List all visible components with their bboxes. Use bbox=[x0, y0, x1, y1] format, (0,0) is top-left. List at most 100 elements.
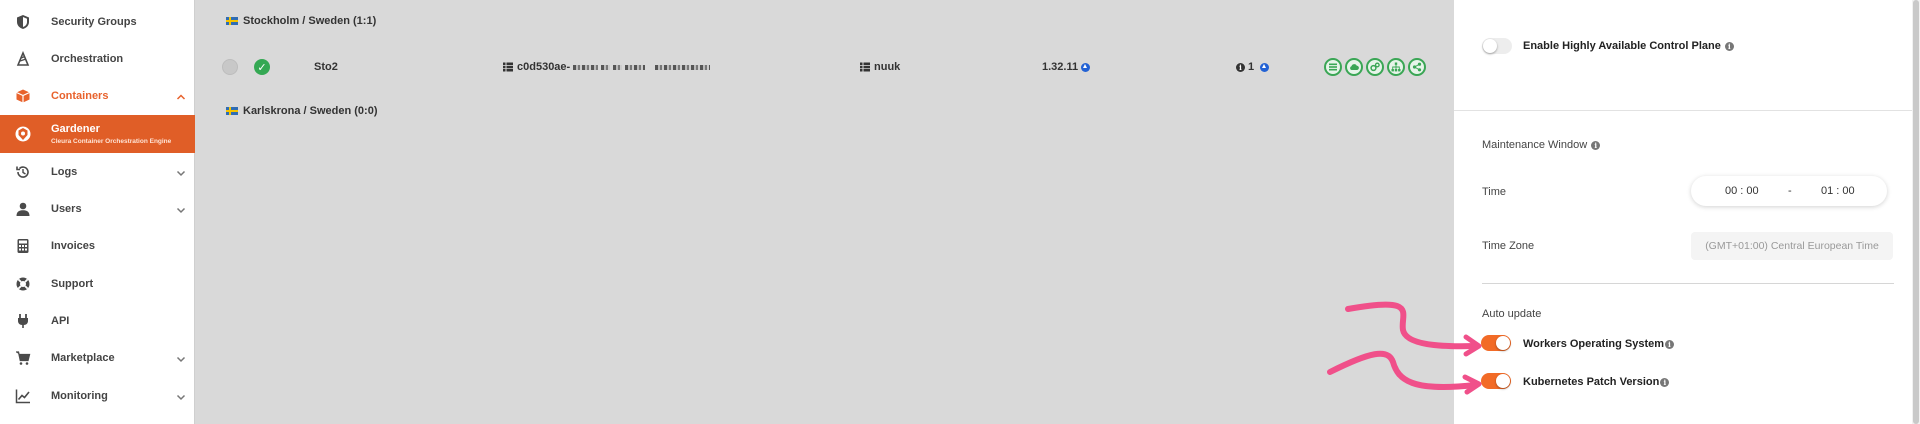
lifebuoy-icon bbox=[14, 275, 32, 293]
redacted-block bbox=[573, 64, 599, 70]
project-name: nuuk bbox=[874, 61, 901, 73]
list-addon-icon[interactable] bbox=[1324, 58, 1342, 76]
k8s-patch-label: Kubernetes Patch Version i bbox=[1523, 376, 1670, 388]
share-addon-icon[interactable] bbox=[1408, 58, 1426, 76]
sidebar-item-label: API bbox=[51, 314, 70, 327]
upgrade-available-icon[interactable] bbox=[1081, 62, 1091, 72]
list-icon bbox=[503, 62, 513, 72]
sidebar-item-label: Marketplace bbox=[51, 351, 115, 364]
redacted-block bbox=[655, 64, 711, 70]
sidebar-item-monitoring[interactable]: Monitoring bbox=[0, 377, 195, 414]
sidebar-item-label: Users bbox=[51, 202, 82, 215]
cluster-name: Sto2 bbox=[314, 61, 338, 73]
time-separator: - bbox=[1788, 185, 1792, 197]
scrollbar-thumb[interactable] bbox=[1913, 0, 1919, 424]
toggle-knob bbox=[1496, 336, 1510, 350]
sweden-flag-icon bbox=[226, 107, 238, 115]
region-header[interactable]: Karlskrona / Sweden (0:0) bbox=[226, 105, 378, 117]
notification-count: 1 bbox=[1248, 61, 1255, 73]
redacted-block bbox=[601, 64, 611, 70]
divider bbox=[1482, 283, 1894, 284]
chevron-down-icon[interactable] bbox=[175, 352, 187, 364]
kubernetes-version: 1.32.11 bbox=[1042, 61, 1091, 73]
sidebar-item-label: Monitoring bbox=[51, 389, 108, 402]
cogs-addon-icon[interactable] bbox=[1366, 58, 1384, 76]
sidebar: Security Groups Orchestration Containers… bbox=[0, 0, 195, 424]
sidebar-item-label: Invoices bbox=[51, 239, 96, 252]
sidebar-item-label: Logs bbox=[51, 165, 78, 178]
cluster-list: Stockholm / Sweden (1:1) ✓ Sto2 c0d530ae… bbox=[196, 0, 1454, 424]
sidebar-item-invoices[interactable]: Invoices bbox=[0, 227, 195, 264]
cluster-project: nuuk bbox=[860, 61, 900, 73]
timezone-value: (GMT+01:00) Central European Time bbox=[1705, 240, 1879, 252]
sidebar-item-label: Orchestration bbox=[51, 52, 124, 65]
k8s-patch-toggle[interactable] bbox=[1481, 373, 1511, 389]
chevron-down-icon[interactable] bbox=[175, 390, 187, 402]
auto-update-title: Auto update bbox=[1482, 308, 1542, 320]
sidebar-item-api[interactable]: API bbox=[0, 302, 195, 339]
timezone-select[interactable]: (GMT+01:00) Central European Time bbox=[1691, 232, 1893, 260]
toggle-knob bbox=[1483, 39, 1497, 53]
sidebar-item-logs[interactable]: Logs bbox=[0, 153, 195, 190]
cart-icon bbox=[14, 349, 32, 367]
cluster-settings-panel bbox=[1454, 0, 1920, 424]
help-icon[interactable]: i bbox=[1724, 41, 1734, 51]
addon-status-icons bbox=[1324, 58, 1426, 76]
help-icon[interactable]: i bbox=[1665, 339, 1675, 349]
ha-control-plane-toggle[interactable] bbox=[1482, 38, 1512, 54]
maintenance-window-title: Maintenance Window i bbox=[1482, 139, 1601, 151]
sidebar-item-users[interactable]: Users bbox=[0, 190, 195, 227]
sidebar-item-label: Security Groups bbox=[51, 15, 137, 28]
region-header[interactable]: Stockholm / Sweden (1:1) bbox=[226, 15, 376, 27]
sidebar-item-marketplace[interactable]: Marketplace bbox=[0, 339, 195, 376]
chevron-down-icon[interactable] bbox=[175, 203, 187, 215]
list-icon bbox=[860, 62, 870, 72]
sidebar-item-containers[interactable]: Containers bbox=[0, 77, 195, 114]
chevron-down-icon[interactable] bbox=[175, 166, 187, 178]
table-row[interactable]: ✓ Sto2 c0d530ae- nuuk 1.32.11 i1 bbox=[196, 52, 1454, 82]
workers-os-text: Workers Operating System bbox=[1523, 338, 1665, 350]
shield-icon bbox=[14, 13, 32, 31]
workers-os-toggle[interactable] bbox=[1481, 335, 1511, 351]
cloud-addon-icon[interactable] bbox=[1345, 58, 1363, 76]
orchestration-icon bbox=[14, 50, 32, 68]
sidebar-item-gardener[interactable]: Gardener Cleura Container Orchestration … bbox=[0, 115, 195, 153]
sidebar-item-orchestration[interactable]: Orchestration bbox=[0, 40, 195, 77]
version-value: 1.32.11 bbox=[1042, 61, 1079, 73]
plug-icon bbox=[14, 312, 32, 330]
sidebar-item-label: Gardener bbox=[51, 123, 100, 135]
calculator-icon bbox=[14, 237, 32, 255]
timezone-label: Time Zone bbox=[1482, 240, 1535, 252]
end-time-input[interactable]: 01 : 00 bbox=[1821, 185, 1855, 197]
toggle-knob bbox=[1496, 374, 1510, 388]
help-icon[interactable]: i bbox=[1660, 377, 1670, 387]
region-name: Stockholm / Sweden (1:1) bbox=[243, 15, 377, 27]
ha-control-plane-label: Enable Highly Available Control Plane i bbox=[1523, 40, 1734, 52]
sidebar-item-security-groups[interactable]: Security Groups bbox=[0, 3, 195, 40]
box-icon bbox=[14, 87, 32, 105]
sidebar-item-label: Support bbox=[51, 277, 94, 290]
sweden-flag-icon bbox=[226, 17, 238, 25]
check-circle-icon: ✓ bbox=[254, 59, 270, 75]
panel-scrollbar[interactable] bbox=[1912, 0, 1920, 424]
region-name: Karlskrona / Sweden (0:0) bbox=[243, 105, 378, 117]
start-time-input[interactable]: 00 : 00 bbox=[1725, 185, 1759, 197]
info-icon: i bbox=[1236, 62, 1245, 72]
workers-os-label: Workers Operating System i bbox=[1523, 338, 1675, 350]
cluster-id: c0d530ae- bbox=[503, 61, 711, 73]
redacted-block bbox=[613, 64, 623, 70]
chart-line-icon bbox=[14, 387, 32, 405]
chevron-up-icon[interactable] bbox=[175, 90, 187, 102]
time-label: Time bbox=[1482, 186, 1507, 198]
upgrade-available-icon[interactable] bbox=[1260, 62, 1270, 72]
k8s-patch-text: Kubernetes Patch Version bbox=[1523, 376, 1660, 388]
network-addon-icon[interactable] bbox=[1387, 58, 1405, 76]
cluster-notifications: i1 bbox=[1236, 61, 1270, 73]
gardener-icon bbox=[14, 125, 32, 143]
sidebar-item-label: Containers bbox=[51, 89, 109, 102]
help-icon[interactable]: i bbox=[1591, 140, 1601, 150]
history-icon bbox=[14, 163, 32, 181]
row-select-radio[interactable] bbox=[222, 59, 238, 75]
sidebar-item-support[interactable]: Support bbox=[0, 265, 195, 302]
maintenance-time-range[interactable]: 00 : 00 - 01 : 00 bbox=[1691, 176, 1887, 206]
